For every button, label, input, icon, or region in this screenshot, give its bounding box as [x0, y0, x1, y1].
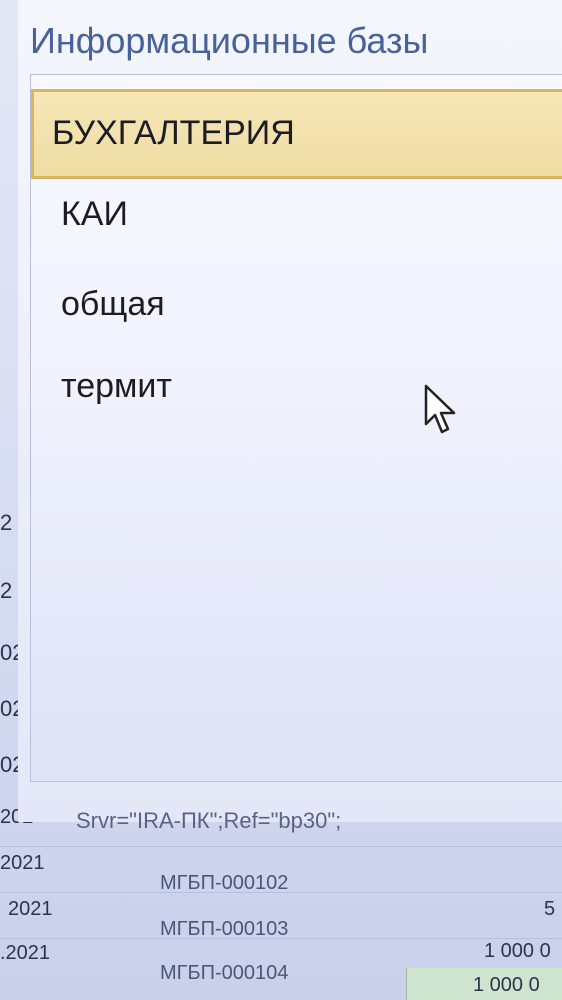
document-code: МГБП-000104	[160, 962, 289, 984]
row-fragment: 2	[0, 578, 13, 603]
infobase-item-label: термит	[61, 367, 172, 405]
infobase-item-label: общая	[61, 285, 165, 323]
infobase-item-termit[interactable]: термит	[61, 367, 172, 406]
infobase-item-label: БУХГАЛТЕРИЯ	[52, 114, 295, 152]
infobase-list[interactable]: БУХГАЛТЕРИЯ КАИ общая термит	[30, 74, 562, 782]
highlighted-cell: 1 000 0	[406, 968, 562, 1000]
grid-line	[0, 846, 562, 847]
amount-cell: 1 000 0	[473, 974, 540, 996]
infobase-item-kai[interactable]: КАИ	[61, 195, 128, 234]
amount-cell: 5	[544, 898, 556, 920]
infobases-dialog: Информационные базы БУХГАЛТЕРИЯ КАИ обща…	[18, 0, 562, 833]
document-code: МГБП-000102	[160, 872, 289, 894]
document-code: МГБП-000103	[160, 918, 289, 940]
date-cell: .2021	[0, 942, 51, 964]
amount-cell: 1 000 0	[484, 940, 551, 962]
row-fragment: 2	[0, 510, 13, 535]
mouse-pointer-icon	[424, 384, 460, 443]
infobase-item-buhgalteriya[interactable]: БУХГАЛТЕРИЯ	[31, 89, 562, 179]
date-cell: 2021	[0, 852, 45, 874]
infobase-item-label: КАИ	[61, 195, 128, 233]
connection-string: Srvr="IRA-ПК";Ref="bp30";	[76, 808, 342, 833]
infobase-item-obshaya[interactable]: общая	[61, 285, 165, 324]
dialog-title: Информационные базы	[30, 20, 429, 61]
date-cell: 2021	[8, 898, 53, 920]
